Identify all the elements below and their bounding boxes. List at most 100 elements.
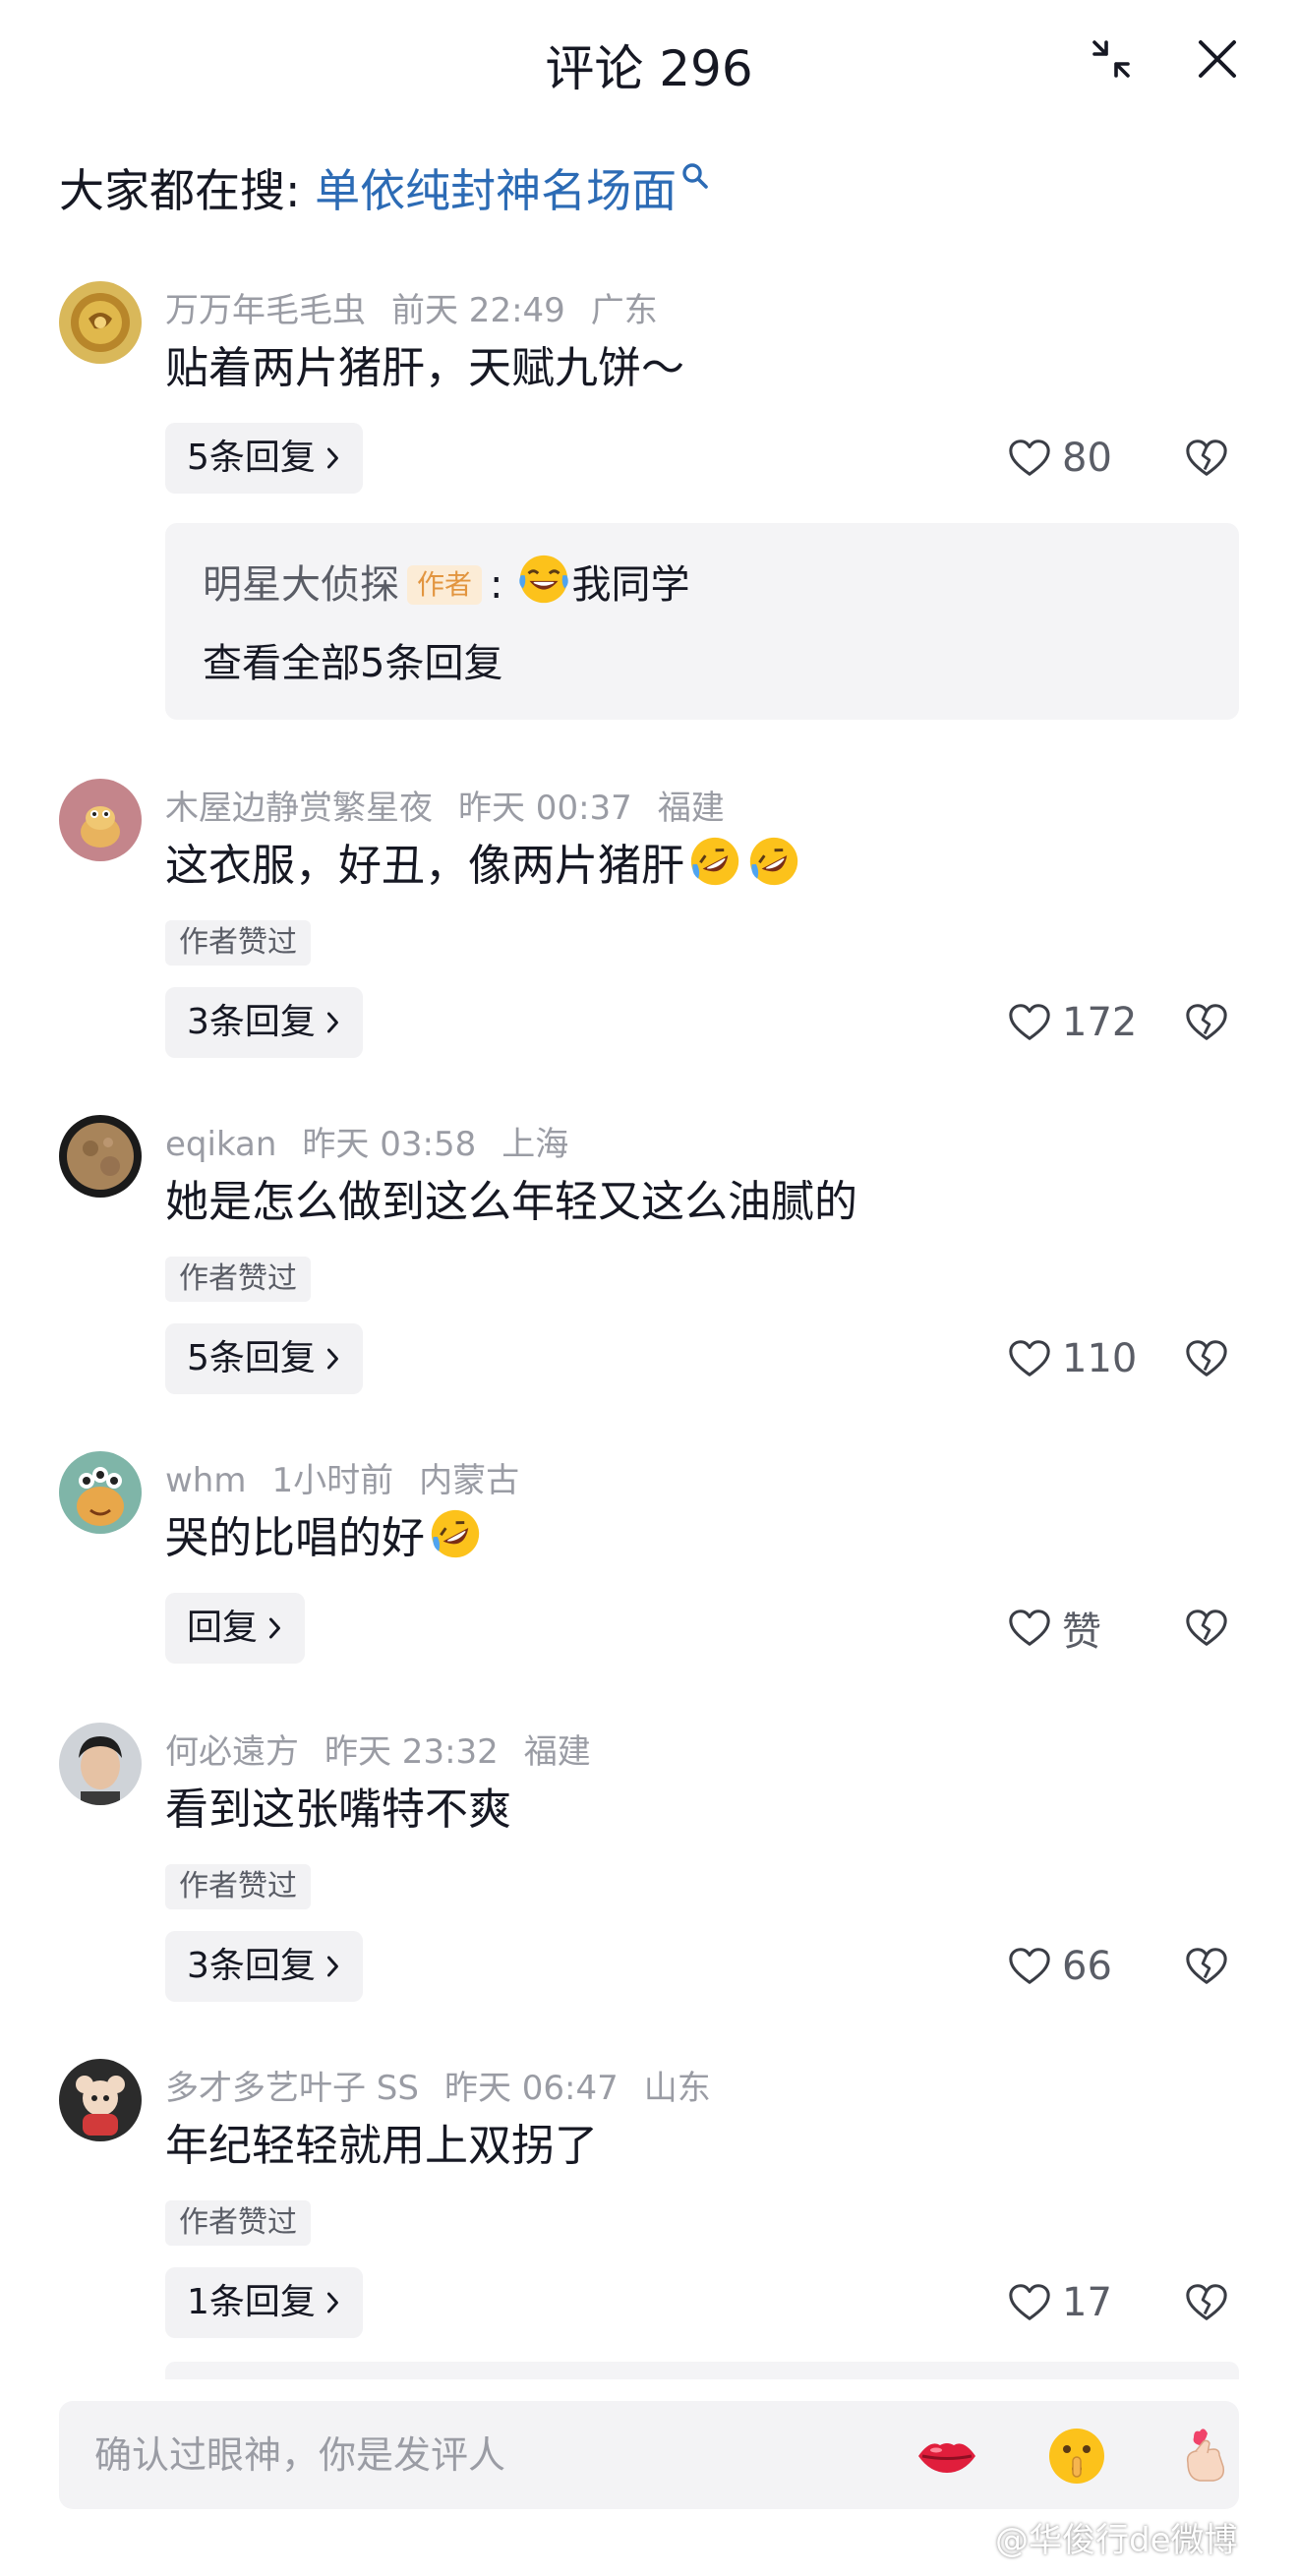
comment-input[interactable]: 确认过眼神，你是发评人 — [94, 2401, 505, 2509]
comment-item: 木屋边静赏繁星夜 昨天 00:37 福建 这衣服，好丑，像两片猪肝 作者赞过 3条回… — [0, 779, 1298, 1074]
avatar[interactable] — [59, 2059, 142, 2141]
author-liked-tag: 作者赞过 — [165, 1864, 311, 1909]
comment-meta: eqikan 昨天 03:58 上海 — [165, 1117, 594, 1165]
author-liked-tag: 作者赞过 — [165, 1257, 311, 1302]
view-replies-button[interactable]: 5条回复 — [165, 1323, 363, 1394]
username[interactable]: 万万年毛毛虫 — [165, 291, 366, 330]
comment-text-body: 这衣服，好丑，像两片猪肝 — [165, 841, 684, 891]
dislike-button[interactable] — [1184, 1593, 1229, 1664]
chevron-right-icon — [324, 1010, 341, 1035]
comment-text: 这衣服，好丑，像两片猪肝 — [165, 830, 802, 893]
like-count: 66 — [1062, 1944, 1112, 1989]
username[interactable]: 多才多艺叶子 SS — [165, 2069, 419, 2108]
dislike-button[interactable] — [1184, 1931, 1229, 2002]
search-icon — [682, 163, 708, 189]
close-button[interactable] — [1188, 29, 1247, 88]
comments-header: 评论 296 — [0, 0, 1298, 128]
avatar[interactable] — [59, 1115, 142, 1198]
heart-icon — [1007, 1000, 1052, 1045]
broken-heart-icon — [1184, 2280, 1229, 2325]
lips-emoji[interactable] — [914, 2424, 979, 2488]
close-icon — [1199, 40, 1236, 78]
avatar[interactable] — [59, 1723, 142, 1805]
like-button[interactable]: 110 — [1007, 1323, 1137, 1394]
broken-heart-icon — [1184, 436, 1229, 481]
location: 福建 — [657, 789, 725, 828]
username[interactable]: 何必遠方 — [165, 1732, 299, 1772]
view-replies-button[interactable]: 3条回复 — [165, 1931, 363, 2002]
next-sub-reply-box-edge — [165, 2362, 1239, 2379]
like-button[interactable]: 赞 — [1007, 1593, 1101, 1664]
view-replies-button[interactable]: 3条回复 — [165, 987, 363, 1058]
comment-meta: 多才多艺叶子 SS 昨天 06:47 山东 — [165, 2061, 737, 2109]
dislike-button[interactable] — [1184, 987, 1229, 1058]
like-button[interactable]: 66 — [1007, 1931, 1112, 2002]
comment-text-body: 哭的比唱的好 — [165, 1513, 425, 1563]
username[interactable]: 木屋边静赏繁星夜 — [165, 789, 433, 828]
like-count: 172 — [1062, 1000, 1138, 1045]
timestamp: 昨天 00:37 — [458, 789, 632, 828]
collapse-icon — [1092, 40, 1130, 78]
comment-meta: 万万年毛毛虫 前天 22:49 广东 — [165, 283, 683, 331]
like-count: 17 — [1062, 2280, 1112, 2325]
dislike-button[interactable] — [1184, 1323, 1229, 1394]
reply-button[interactable]: 回复 — [165, 1593, 306, 1664]
comment-item: eqikan 昨天 03:58 上海 她是怎么做到这么年轻又这么油腻的 作者赞过 5… — [0, 1115, 1298, 1410]
location: 山东 — [643, 2069, 711, 2108]
comment-item: 多才多艺叶子 SS 昨天 06:47 山东 年纪轻轻就用上双拐了 作者赞过 1条回复… — [0, 2059, 1298, 2354]
dislike-button[interactable] — [1184, 2267, 1229, 2338]
reply-label: 回复 — [187, 1608, 259, 1648]
sub-reply-colon: : — [490, 562, 503, 608]
comment-meta: 何必遠方 昨天 23:32 福建 — [165, 1725, 617, 1773]
shush-emoji[interactable] — [1044, 2424, 1109, 2488]
like-count: 80 — [1062, 436, 1112, 481]
sub-reply-box[interactable]: 明星大侦探 作者: 我同学 查看全部5条回复 — [165, 523, 1239, 720]
sub-reply: 明星大侦探 作者: 我同学 — [203, 551, 690, 610]
comment-text: 她是怎么做到这么年轻又这么油腻的 — [165, 1177, 857, 1227]
comment-text: 看到这张嘴特不爽 — [165, 1785, 511, 1835]
timestamp: 昨天 23:32 — [324, 1732, 499, 1772]
comment-text: 哭的比唱的好 — [165, 1502, 484, 1565]
dislike-button[interactable] — [1184, 423, 1229, 494]
reply-count-label: 3条回复 — [187, 1002, 316, 1042]
comment-meta: 木屋边静赏繁星夜 昨天 00:37 福建 — [165, 781, 750, 829]
view-all-replies-link[interactable]: 查看全部5条回复 — [203, 631, 502, 688]
timestamp: 昨天 06:47 — [443, 2069, 619, 2108]
username[interactable]: eqikan — [165, 1125, 276, 1164]
view-replies-button[interactable]: 5条回复 — [165, 423, 363, 494]
chevron-right-icon — [324, 1954, 341, 1979]
username[interactable]: whm — [165, 1461, 246, 1500]
comment-text: 年纪轻轻就用上双拐了 — [165, 2121, 598, 2171]
reply-count-label: 5条回复 — [187, 438, 316, 478]
heart-icon — [1007, 2280, 1052, 2325]
comment-input-bar[interactable]: 确认过眼神，你是发评人 — [59, 2401, 1239, 2509]
author-liked-tag: 作者赞过 — [165, 920, 311, 966]
comment-item: whm 1小时前 内蒙古 哭的比唱的好 回复 赞 — [0, 1451, 1298, 1677]
like-count: 110 — [1062, 1336, 1138, 1381]
avatar[interactable] — [59, 281, 142, 364]
avatar[interactable] — [59, 1451, 142, 1534]
trending-search[interactable]: 大家都在搜: 单依纯封神名场面 — [59, 155, 710, 220]
reply-count-label: 5条回复 — [187, 1338, 316, 1378]
timestamp: 昨天 03:58 — [302, 1125, 477, 1164]
like-button[interactable]: 17 — [1007, 2267, 1112, 2338]
location: 内蒙古 — [419, 1461, 520, 1500]
reply-count-label: 1条回复 — [187, 2282, 316, 2322]
rofl-emoji — [745, 833, 802, 890]
trending-label: 大家都在搜: — [59, 164, 316, 217]
collapse-button[interactable] — [1082, 29, 1141, 88]
avatar[interactable] — [59, 779, 142, 861]
view-replies-button[interactable]: 1条回复 — [165, 2267, 363, 2338]
like-button[interactable]: 80 — [1007, 423, 1112, 494]
rofl-emoji — [686, 833, 743, 890]
sub-reply-author[interactable]: 明星大侦探 — [203, 562, 399, 608]
chevron-right-icon — [266, 1615, 283, 1641]
heart-icon — [1007, 1944, 1052, 1989]
trending-keyword[interactable]: 单依纯封神名场面 — [315, 164, 677, 217]
heart-icon — [1007, 436, 1052, 481]
finger-heart-emoji[interactable] — [1174, 2424, 1239, 2488]
comment-item: 万万年毛毛虫 前天 22:49 广东 贴着两片猪肝，天赋九饼～ 5条回复 80 明星… — [0, 281, 1298, 733]
rofl-emoji — [427, 1505, 484, 1562]
like-button[interactable]: 172 — [1007, 987, 1137, 1058]
location: 广东 — [590, 291, 658, 330]
